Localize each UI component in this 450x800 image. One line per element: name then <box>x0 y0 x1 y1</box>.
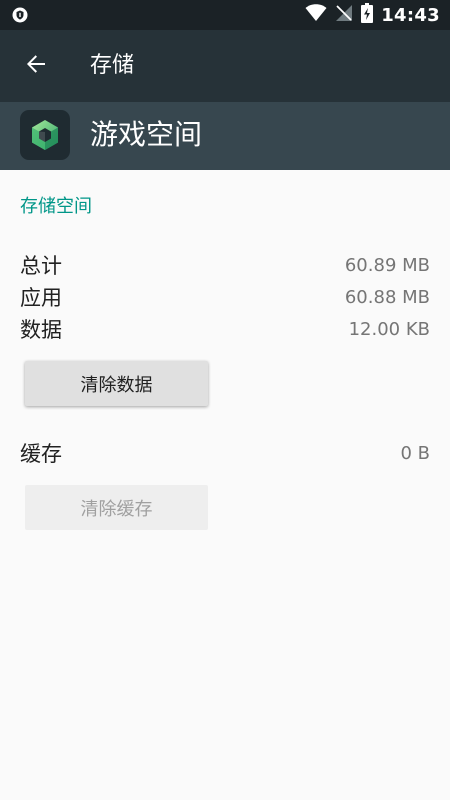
storage-row-label: 总计 <box>20 254 62 278</box>
cache-value: 0 B <box>400 442 430 464</box>
clear-data-button[interactable]: 清除数据 <box>25 361 208 406</box>
app-header: 游戏空间 <box>0 102 450 170</box>
cube-app-icon <box>20 110 70 160</box>
back-button[interactable] <box>14 44 58 88</box>
cache-label: 缓存 <box>20 442 62 466</box>
storage-row-value: 12.00 KB <box>348 318 430 340</box>
wifi-icon <box>305 4 327 26</box>
status-bar: 14:43 <box>0 0 450 30</box>
shield-icon <box>12 7 28 23</box>
clear-cache-button: 清除缓存 <box>25 485 208 530</box>
status-icons: 14:43 <box>305 0 440 30</box>
storage-row-app: 应用 60.88 MB <box>20 282 430 312</box>
storage-row-value: 60.88 MB <box>344 286 430 308</box>
storage-row-value: 60.89 MB <box>344 254 430 276</box>
battery-charging-icon <box>361 3 374 27</box>
no-sim-icon <box>335 4 353 26</box>
storage-row-label: 应用 <box>20 286 62 310</box>
arrow-back-icon <box>25 53 47 79</box>
storage-section-title: 存储空间 <box>20 196 92 217</box>
page-title: 存储 <box>90 53 135 78</box>
storage-row-cache: 缓存 0 B <box>20 438 430 468</box>
storage-row-label: 数据 <box>20 318 62 342</box>
toolbar: 存储 <box>0 30 450 102</box>
status-time: 14:43 <box>381 4 440 26</box>
app-name: 游戏空间 <box>90 118 203 151</box>
storage-row-total: 总计 60.89 MB <box>20 250 430 280</box>
storage-row-data: 数据 12.00 KB <box>20 314 430 344</box>
